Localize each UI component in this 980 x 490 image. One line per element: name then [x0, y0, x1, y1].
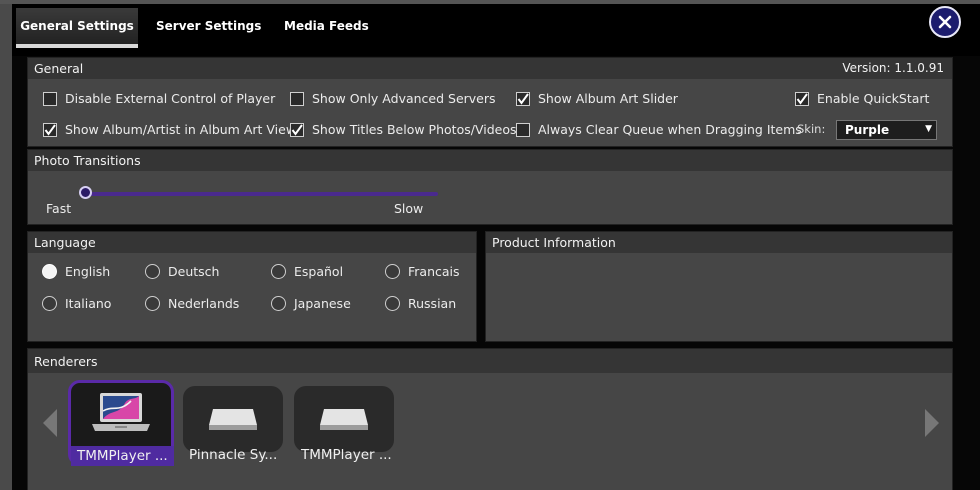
radio-button[interactable] [385, 296, 400, 311]
product-info-title: Product Information [492, 235, 616, 250]
tab-bar: General Settings Server Settings Media F… [0, 0, 980, 490]
slider-min-label: Fast [46, 201, 72, 216]
radio-russian[interactable]: Russian [385, 296, 456, 311]
skin-label: Skin: [797, 122, 826, 136]
checkmark-icon [517, 92, 529, 105]
device-icon [209, 409, 257, 430]
checkmark-icon [291, 123, 303, 136]
slider-max-label: Slow [394, 201, 424, 216]
radio-selected[interactable] [42, 264, 57, 279]
option-show-album-art-slider[interactable]: Show Album Art Slider [516, 91, 678, 106]
general-header: General Version: 1.1.0.91 [28, 58, 952, 79]
radio-button[interactable] [271, 264, 286, 279]
product-info-header: Product Information [486, 232, 952, 253]
close-icon [938, 15, 952, 29]
dropdown-arrow-icon: ▼ [925, 124, 932, 134]
radio-english[interactable]: English [42, 264, 110, 279]
checkmark-icon [44, 123, 56, 136]
scroll-left-arrow-icon[interactable] [42, 409, 58, 437]
radio-japanese[interactable]: Japanese [271, 296, 351, 311]
renderer-name-3: TMMPlayer ... [301, 447, 392, 463]
version-label: Version: 1.1.0.91 [842, 61, 944, 75]
language-panel: Language English Deutsch Español Francai… [27, 231, 477, 342]
tab-server-settings[interactable]: Server Settings [156, 8, 261, 44]
radio-italiano[interactable]: Italiano [42, 296, 111, 311]
radio-button[interactable] [385, 264, 400, 279]
product-info-panel: Product Information [485, 231, 953, 342]
renderer-item-tmmplayer-2[interactable] [294, 386, 394, 452]
checkbox-checked[interactable] [43, 122, 57, 137]
option-always-clear-queue[interactable]: Always Clear Queue when Dragging Items [516, 122, 802, 137]
transition-speed-slider[interactable] [83, 192, 438, 196]
language-title: Language [34, 235, 96, 250]
scroll-right-arrow-icon[interactable] [924, 409, 940, 437]
radio-button[interactable] [145, 296, 160, 311]
option-show-titles-below[interactable]: Show Titles Below Photos/Videos [290, 122, 516, 137]
checkbox[interactable] [43, 91, 57, 106]
tab-general-settings[interactable]: General Settings [16, 8, 138, 48]
renderer-name-1: TMMPlayer ... [71, 446, 174, 466]
radio-nederlands[interactable]: Nederlands [145, 296, 239, 311]
radio-espanol[interactable]: Español [271, 264, 343, 279]
general-title: General [34, 61, 84, 76]
checkbox[interactable] [516, 122, 530, 137]
radio-button[interactable] [271, 296, 286, 311]
option-show-album-artist[interactable]: Show Album/Artist in Album Art View [43, 122, 296, 137]
tab-media-feeds[interactable]: Media Feeds [284, 8, 369, 44]
renderer-item-pinnacle[interactable] [183, 386, 283, 452]
device-icon [320, 409, 368, 430]
general-panel: General Version: 1.1.0.91 Disable Extern… [27, 57, 953, 147]
close-button[interactable] [929, 6, 961, 38]
photo-transitions-header: Photo Transitions [28, 150, 952, 171]
radio-button[interactable] [42, 296, 57, 311]
option-enable-quickstart[interactable]: Enable QuickStart [795, 91, 929, 106]
photo-transitions-panel: Photo Transitions Fast Slow [27, 149, 953, 225]
radio-francais[interactable]: Francais [385, 264, 460, 279]
laptop-icon [92, 393, 150, 431]
skin-select[interactable]: Purple ▼ [836, 120, 937, 140]
renderers-title: Renderers [34, 353, 98, 369]
radio-deutsch[interactable]: Deutsch [145, 264, 219, 279]
renderers-header: Renderers [28, 349, 952, 373]
checkbox-checked[interactable] [516, 91, 530, 106]
option-show-only-advanced-servers[interactable]: Show Only Advanced Servers [290, 91, 496, 106]
checkbox-checked[interactable] [290, 122, 304, 137]
photo-transitions-title: Photo Transitions [34, 153, 141, 168]
renderers-panel: Renderers TMMPlayer ... Pinnacle Sy... T… [27, 348, 953, 490]
checkbox[interactable] [290, 91, 304, 106]
language-header: Language [28, 232, 476, 253]
option-disable-external-control[interactable]: Disable External Control of Player [43, 91, 275, 106]
checkmark-icon [796, 92, 808, 105]
radio-button[interactable] [145, 264, 160, 279]
renderer-name-2: Pinnacle Sy... [189, 447, 278, 463]
slider-handle[interactable] [79, 186, 92, 199]
checkbox-checked[interactable] [795, 91, 809, 106]
